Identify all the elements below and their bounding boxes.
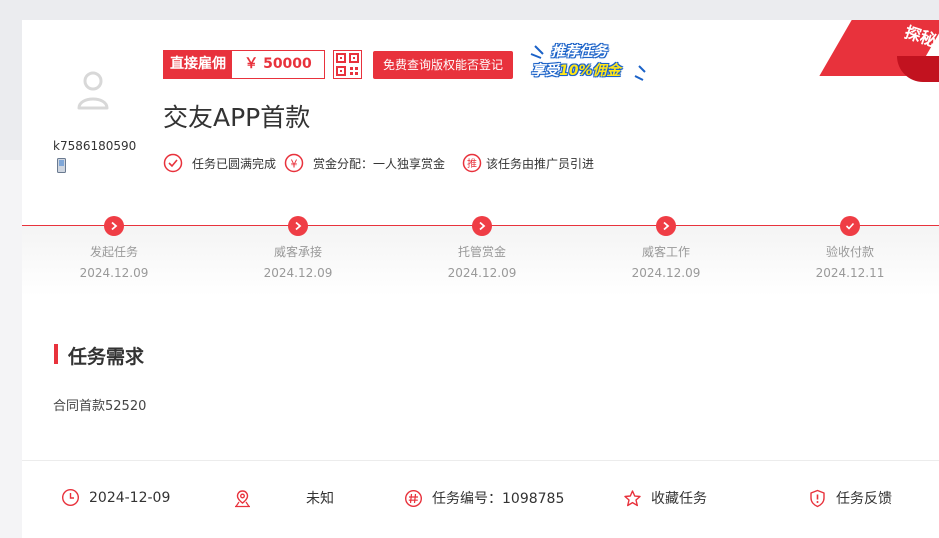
- bounty-distribution: ¥ 赏金分配：一人独享赏金: [284, 153, 445, 173]
- progress-step-name: 验收付款: [825, 245, 874, 259]
- progress-step: 验收付款 2024.12.11: [800, 216, 900, 280]
- progress-step-name: 托管赏金: [457, 245, 506, 259]
- qr-code-icon[interactable]: [333, 50, 362, 79]
- location-pin-icon: [235, 489, 250, 507]
- clock-icon: [61, 488, 80, 507]
- progress-step-name: 威客承接: [273, 245, 322, 259]
- check-icon: [840, 216, 860, 236]
- publish-date-text: 2024-12-09: [89, 489, 171, 506]
- task-status: 任务已圆满完成: [163, 153, 276, 173]
- corner-ribbon-curl: [897, 56, 939, 82]
- arrow-right-icon: [472, 216, 492, 236]
- requirements-title: 任务需求: [68, 346, 145, 368]
- shield-alert-icon: [810, 489, 825, 507]
- promoter-info: 推 该任务由推广员引进: [462, 153, 594, 173]
- phone-verified-icon: [57, 158, 66, 173]
- avatar-icon[interactable]: [76, 70, 110, 110]
- yen-circle-icon: ¥: [284, 153, 304, 173]
- arrow-right-icon: [288, 216, 308, 236]
- check-circle-icon: [163, 153, 183, 173]
- requirements-text: 合同首款52520: [53, 399, 147, 414]
- progress-step: 威客工作 2024.12.09: [616, 216, 716, 280]
- section-marker: [54, 344, 58, 364]
- star-icon: [624, 489, 641, 506]
- task-number-text: 任务编号：1098785: [432, 491, 565, 507]
- favorite-task-label: 收藏任务: [651, 491, 707, 507]
- svg-text:推: 推: [467, 157, 477, 170]
- favorite-task-button[interactable]: 收藏任务: [623, 488, 707, 508]
- arrow-right-icon: [656, 216, 676, 236]
- divider: [22, 460, 939, 461]
- task-number: 任务编号：1098785: [404, 488, 564, 508]
- promo-line1: 推荐任务: [551, 44, 607, 60]
- progress-step-name: 发起任务: [89, 245, 138, 259]
- progress-step: 发起任务 2024.12.09: [64, 216, 164, 280]
- promo-line2-highlight: 10%佣金: [559, 63, 621, 79]
- bounty-amount: ￥ 50000: [232, 51, 324, 78]
- promoter-info-text: 该任务由推广员引进: [486, 156, 595, 171]
- location: 未知: [233, 488, 334, 508]
- username[interactable]: k7586180590: [53, 139, 136, 153]
- progress-step-date: 2024.12.09: [79, 266, 149, 280]
- task-feedback-label: 任务反馈: [836, 491, 892, 507]
- bounty-distribution-text: 赏金分配：一人独享赏金: [313, 156, 446, 171]
- copyright-check-button[interactable]: 免费查询版权能否登记: [373, 51, 514, 79]
- promo-line2: 享受10%佣金: [531, 60, 621, 80]
- progress-step-date: 2024.12.09: [631, 266, 701, 280]
- promo-line2-prefix: 享受: [531, 63, 559, 79]
- task-feedback-button[interactable]: 任务反馈: [808, 488, 892, 508]
- svg-text:¥: ¥: [291, 158, 298, 171]
- progress-step-date: 2024.12.09: [263, 266, 333, 280]
- promote-circle-icon: 推: [462, 153, 482, 173]
- task-title: 交友APP首款: [163, 103, 311, 132]
- arrow-right-icon: [104, 216, 124, 236]
- progress-step-date: 2024.12.11: [815, 266, 885, 280]
- direct-hire-tag: 直接雇佣 ￥ 50000: [163, 50, 325, 79]
- progress-step-name: 威客工作: [641, 245, 690, 259]
- direct-hire-label: 直接雇佣: [164, 51, 232, 78]
- task-status-text: 任务已圆满完成: [192, 156, 277, 171]
- hash-icon: [404, 489, 423, 507]
- progress-step: 威客承接 2024.12.09: [248, 216, 348, 280]
- progress-step-date: 2024.12.09: [447, 266, 517, 280]
- progress-step: 托管赏金 2024.12.09: [432, 216, 532, 280]
- promo-badge[interactable]: 推荐任务 享受10%佣金: [527, 40, 647, 82]
- task-detail-card: 探秘 k7586180590 直接雇佣 ￥ 50000 免费查询版权能否登记 推…: [22, 20, 939, 538]
- publish-date: 2024-12-09: [61, 488, 170, 507]
- location-text: 未知: [306, 491, 334, 507]
- page-background: [0, 160, 22, 538]
